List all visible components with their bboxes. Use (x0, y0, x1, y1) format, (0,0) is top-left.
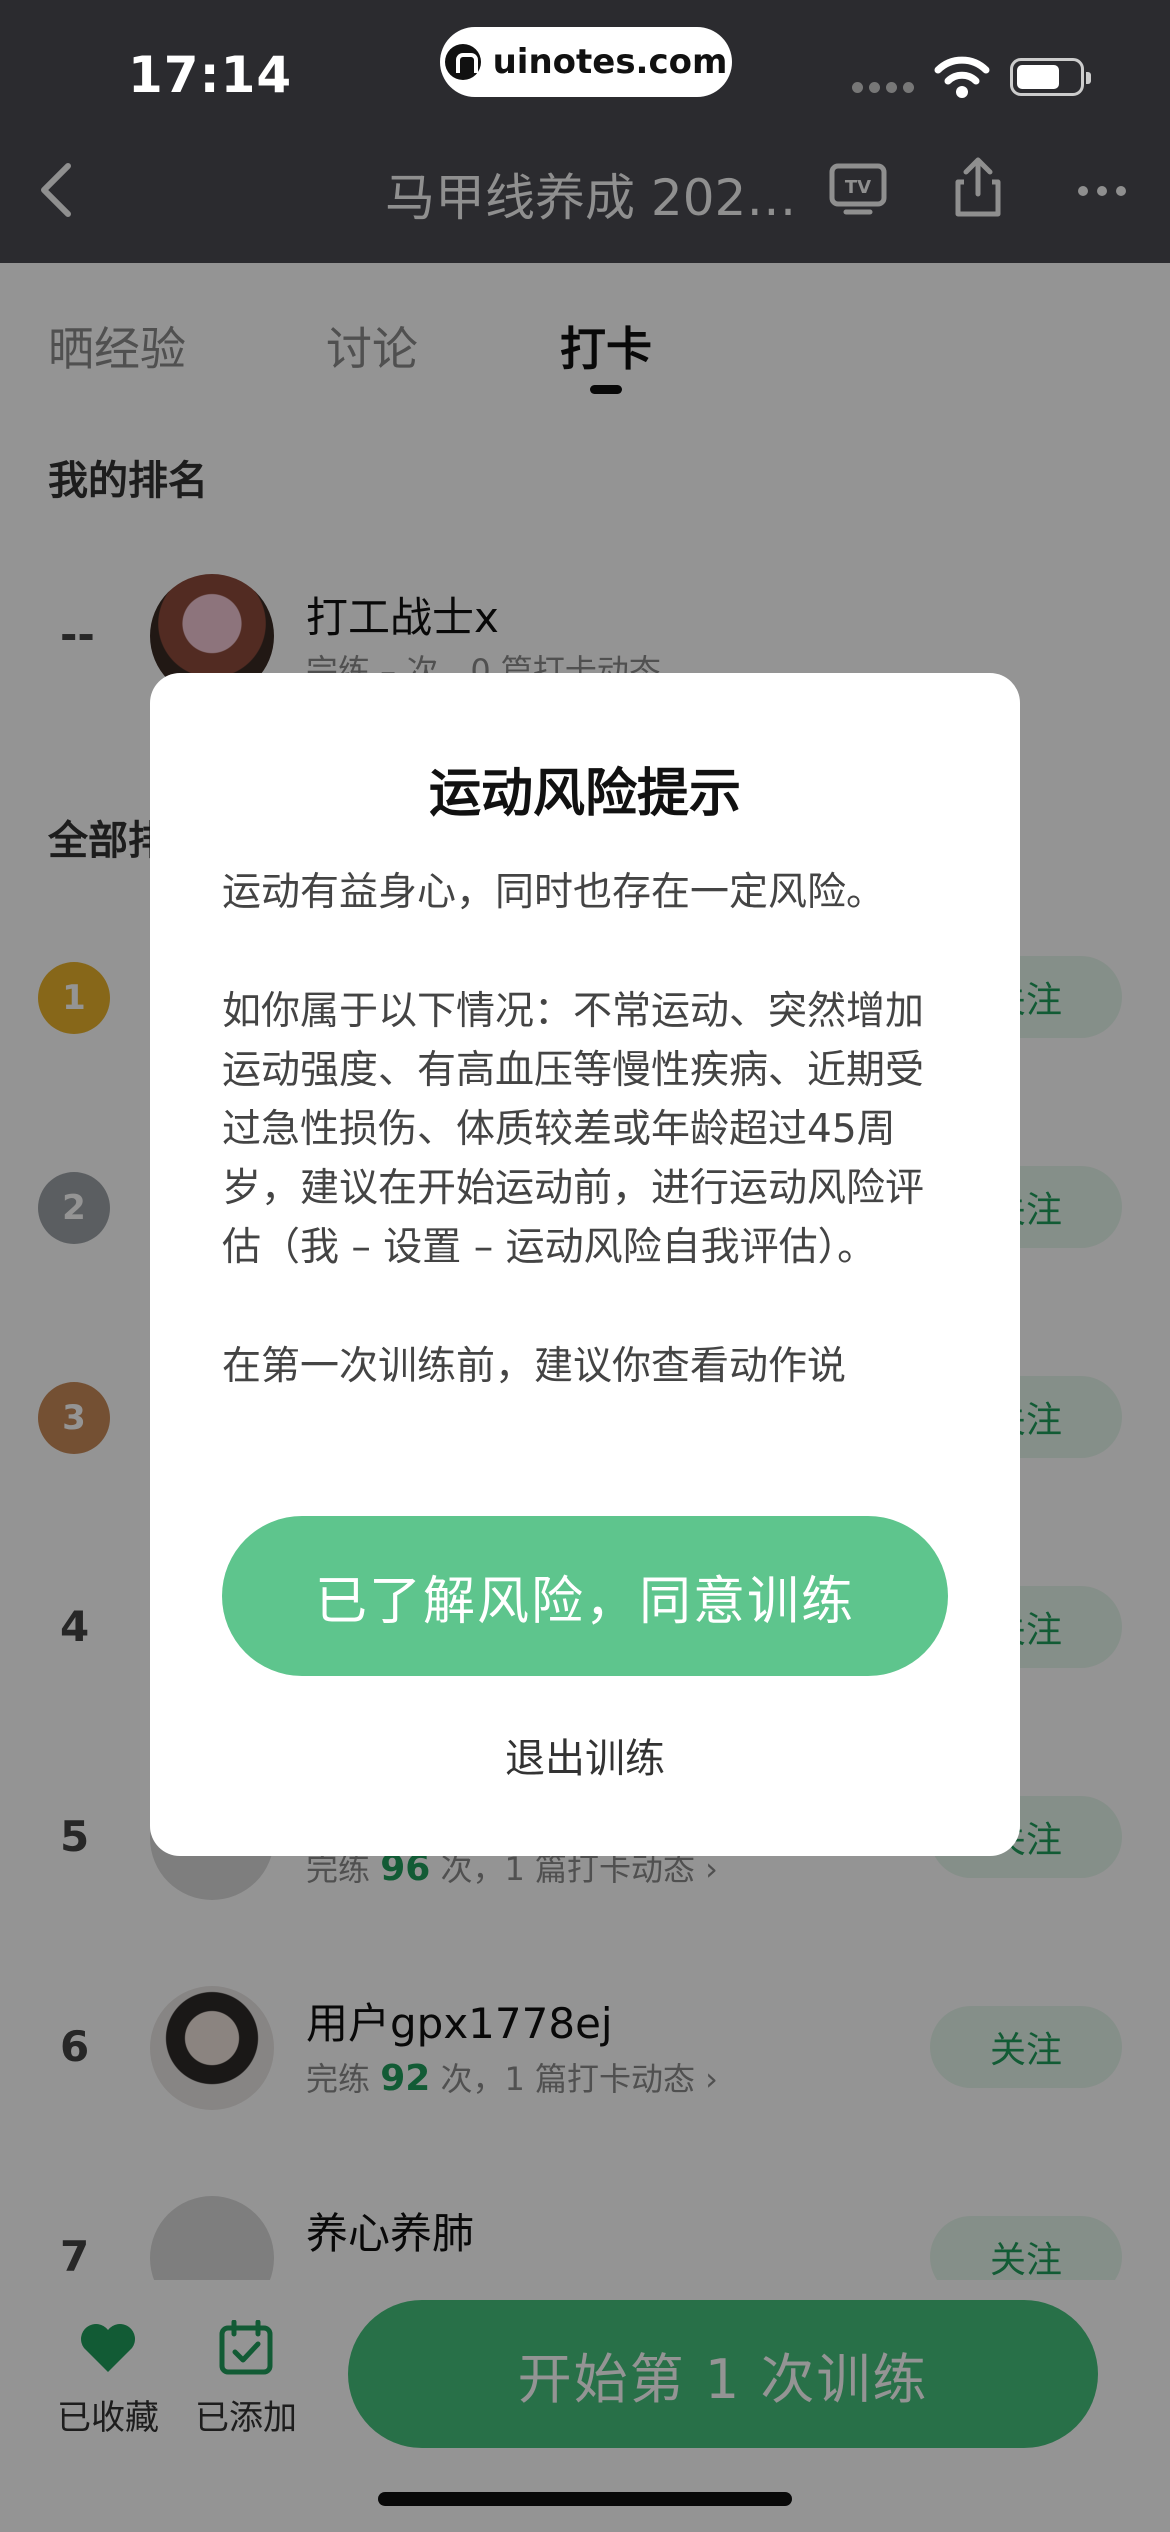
url-pill[interactable]: uinotes.com (440, 27, 732, 97)
battery-icon (1010, 58, 1091, 96)
site-logo-icon (444, 44, 481, 80)
dialog-body[interactable]: 运动有益身心，同时也存在一定风险。 如你属于以下情况：不常运动、突然增加运动强度… (222, 863, 958, 1403)
dialog-title: 运动风险提示 (428, 764, 741, 824)
dialog-paragraph: 在第一次训练前，建议你查看动作说 (222, 1344, 847, 1389)
top-bar: 17:14 uinotes.com 马甲线养成 202… TV (0, 0, 1170, 263)
risk-warning-dialog: 运动风险提示 运动有益身心，同时也存在一定风险。 如你属于以下情况：不常运动、突… (150, 673, 1020, 1856)
more-icon[interactable] (1078, 186, 1126, 196)
page-title: 马甲线养成 202… (385, 169, 797, 227)
wifi-icon (934, 56, 990, 98)
svg-text:TV: TV (845, 177, 871, 198)
cellular-signal-icon (852, 82, 914, 93)
exit-training-link[interactable]: 退出训练 (150, 1726, 1020, 1784)
tv-icon[interactable]: TV (828, 160, 888, 218)
dialog-paragraph: 运动有益身心，同时也存在一定风险。 (222, 870, 886, 915)
agree-button[interactable]: 已了解风险，同意训练 (222, 1516, 948, 1676)
share-icon[interactable] (950, 154, 1006, 220)
status-time: 17:14 (128, 46, 293, 104)
dialog-paragraph: 如你属于以下情况：不常运动、突然增加运动强度、有高血压等慢性疾病、近期受过急性损… (222, 989, 925, 1270)
back-icon[interactable] (36, 160, 76, 220)
url-text: uinotes.com (492, 42, 728, 82)
